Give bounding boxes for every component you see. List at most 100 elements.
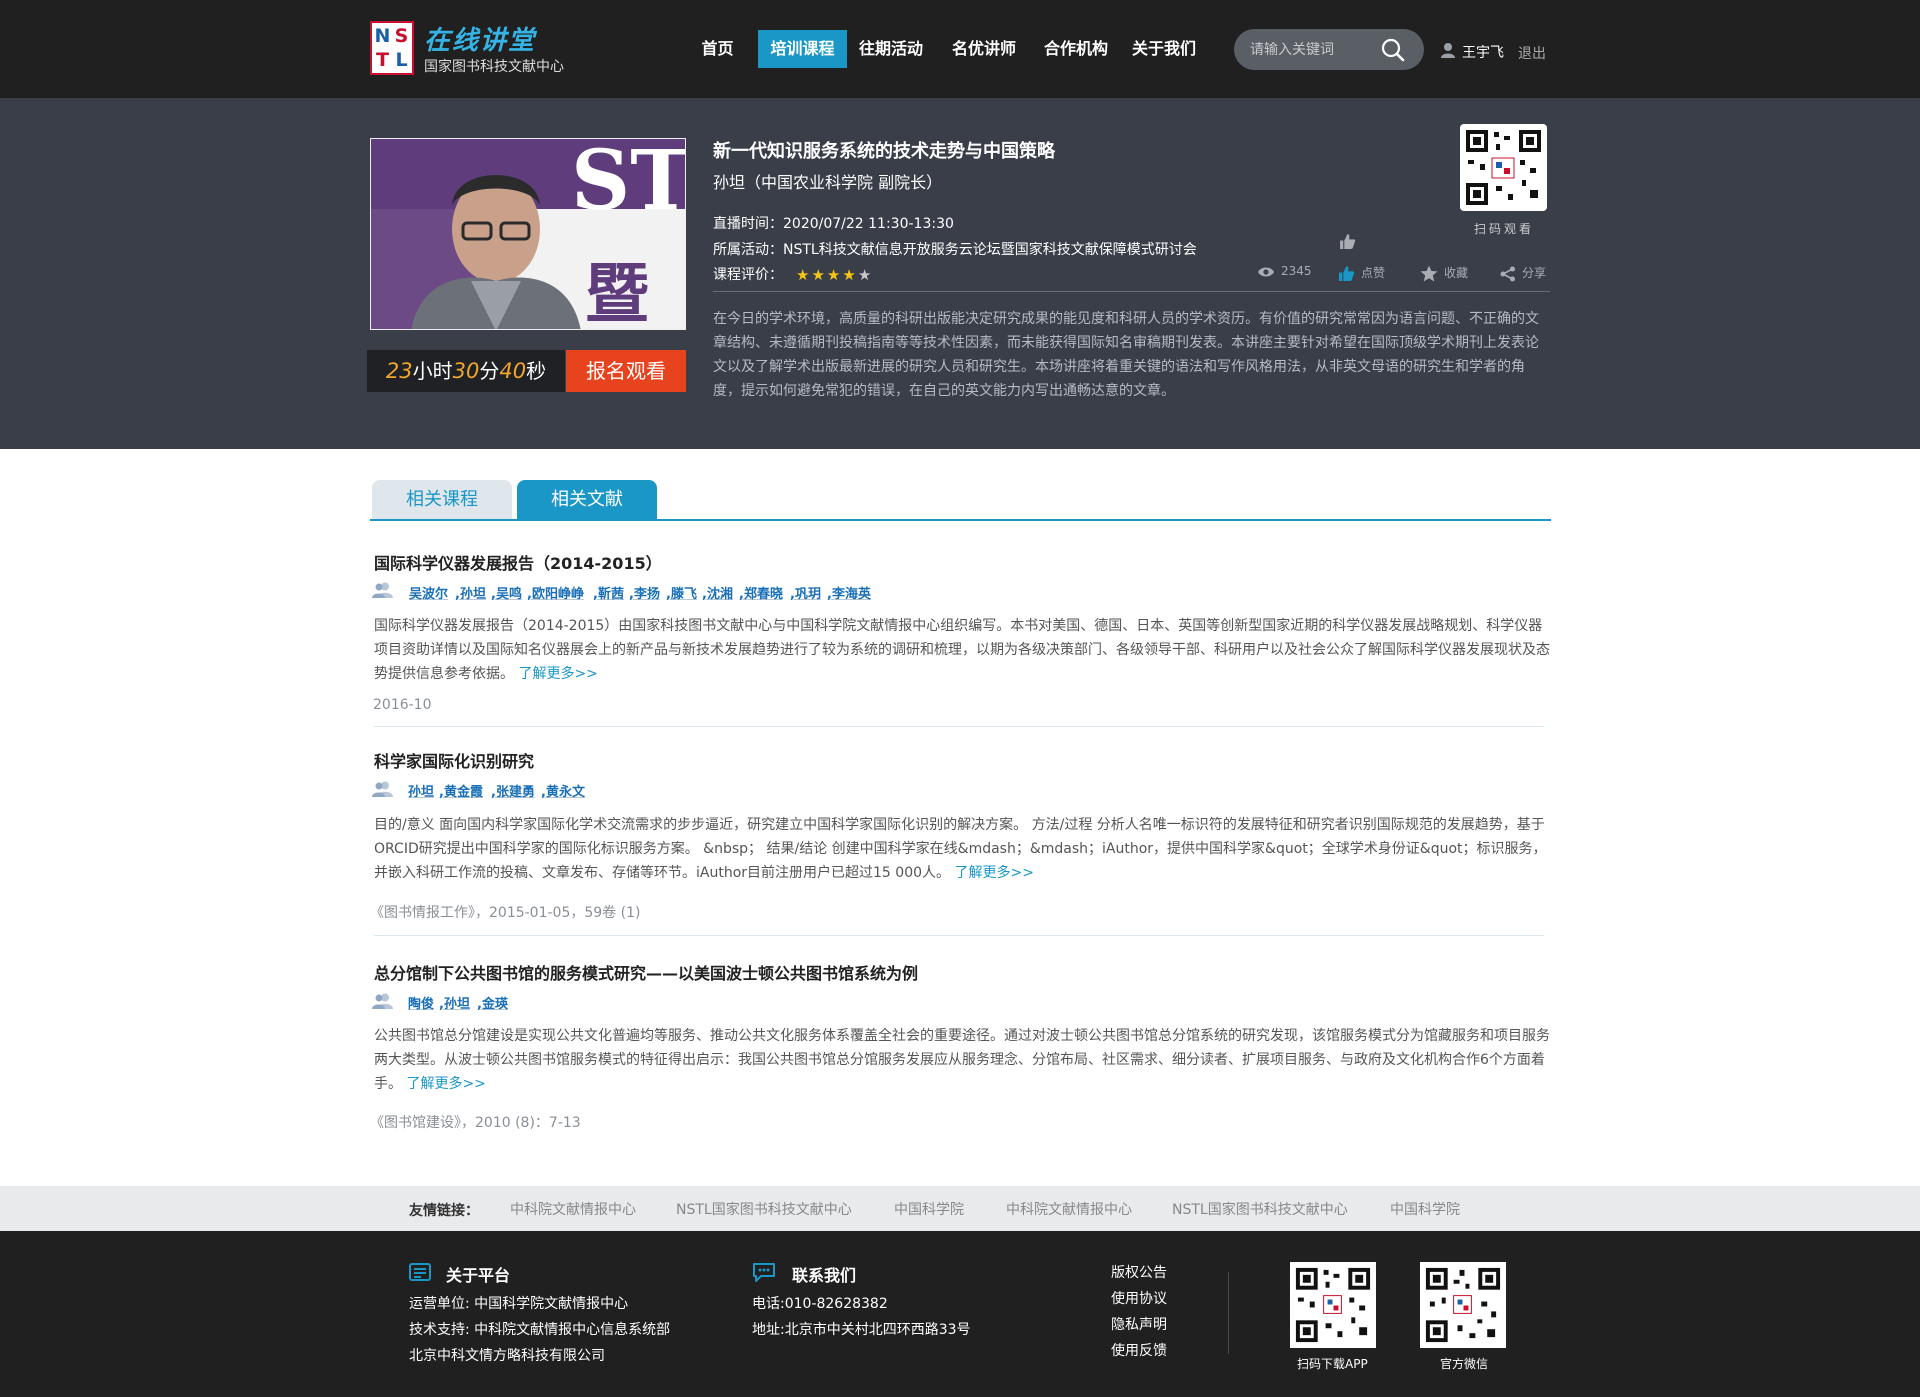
- countdown-seconds-unit: 秒: [526, 359, 547, 383]
- footer-about-title: 关于平台: [446, 1266, 511, 1285]
- friend-link[interactable]: 中国科学院: [894, 1199, 964, 1219]
- literature-title[interactable]: 国际科学仪器发展报告（2014-2015）: [374, 550, 662, 574]
- like-button[interactable]: 点赞: [1338, 264, 1385, 282]
- author-link[interactable]: ,滕飞: [666, 583, 697, 602]
- read-more-link[interactable]: 了解更多>>: [518, 666, 597, 682]
- author-link[interactable]: ,黄金霞: [439, 781, 483, 800]
- tab-related-courses[interactable]: 相关课程: [372, 480, 512, 520]
- author-link[interactable]: 吴波尔: [409, 583, 448, 602]
- search-box: [1234, 29, 1424, 70]
- live-time-row: 直播时间：2020/07/22 11:30-13:30: [713, 213, 954, 233]
- user-icon: [1440, 42, 1456, 62]
- course-cover-image[interactable]: ST 暨: [370, 138, 686, 330]
- read-more-link[interactable]: 了解更多>>: [406, 1076, 485, 1092]
- literature-source: 《图书情报工作》，2015-01-05，59卷 (1): [370, 905, 641, 921]
- logo-letter: T: [376, 49, 389, 71]
- friend-link[interactable]: NSTL国家图书科技文献中心: [1172, 1199, 1348, 1219]
- app-download-qr: [1290, 1262, 1376, 1348]
- friend-link[interactable]: 中科院文献情报中心: [1006, 1199, 1132, 1219]
- logo-letter: S: [394, 25, 409, 47]
- rating-stars: ★★★★★: [796, 266, 873, 284]
- star-empty-icon: ★: [857, 266, 874, 284]
- author-link[interactable]: ,巩玥: [790, 583, 821, 602]
- lecturer-photo: [411, 175, 581, 329]
- share-button[interactable]: 分享: [1500, 264, 1546, 282]
- live-time-label: 直播时间：: [713, 216, 783, 232]
- like-label: 点赞: [1361, 266, 1386, 280]
- watch-qr-code: [1460, 124, 1547, 211]
- footer-link-feedback[interactable]: 使用反馈: [1111, 1340, 1167, 1360]
- friend-link[interactable]: 中科院文献情报中心: [510, 1199, 636, 1219]
- author-link[interactable]: ,金瑛: [477, 993, 508, 1012]
- author-link[interactable]: ,吴鸣: [491, 583, 522, 602]
- nav-courses[interactable]: 培训课程: [758, 30, 847, 68]
- star-icon: ★: [842, 266, 858, 284]
- tab-underline: [370, 519, 1551, 521]
- nav-about[interactable]: 关于我们: [1128, 30, 1200, 68]
- user-name[interactable]: 王宇飞: [1462, 42, 1504, 62]
- authors-icon: [372, 993, 394, 1013]
- author-link[interactable]: ,孙坦: [455, 583, 486, 602]
- search-icon[interactable]: [1378, 35, 1408, 65]
- author-link[interactable]: ,欧阳峥峥: [527, 583, 584, 602]
- literature-abstract: 国际科学仪器发展报告（2014-2015）由国家科技图书文献中心与中国科学院文献…: [374, 614, 1552, 686]
- views-count: 2345: [1281, 264, 1312, 278]
- nav-partners[interactable]: 合作机构: [1040, 30, 1112, 68]
- author-link[interactable]: ,张建勇: [491, 781, 535, 800]
- authors-icon: [372, 582, 394, 602]
- author-link[interactable]: ,靳茜: [593, 583, 624, 602]
- footer-link-copyright[interactable]: 版权公告: [1111, 1262, 1167, 1282]
- footer-link-terms[interactable]: 使用协议: [1111, 1288, 1167, 1308]
- footer-contact-title: 联系我们: [792, 1266, 857, 1285]
- thumb-up-icon: [1339, 233, 1362, 250]
- star-favorite-icon: [1420, 265, 1438, 282]
- activity-label: 所属活动：: [713, 242, 783, 258]
- page-footer: [0, 1231, 1920, 1397]
- site-title[interactable]: 在线讲堂: [424, 20, 536, 57]
- logout-link[interactable]: 退出: [1518, 43, 1546, 63]
- literature-source: 《图书馆建设》，2010 (8)：7-13: [370, 1115, 581, 1131]
- activity-row: 所属活动：NSTL科技文献信息开放服务云论坛暨国家科技文献保障模式研讨会: [713, 239, 1197, 259]
- footer-link-privacy[interactable]: 隐私声明: [1111, 1314, 1167, 1334]
- rating-label: 课程评价：: [713, 267, 783, 283]
- abstract-text: 公共图书馆总分馆建设是实现公共文化普遍均等服务、推动公共文化服务体系覆盖全社会的…: [374, 1028, 1550, 1092]
- nstl-logo[interactable]: N S T L: [370, 21, 414, 75]
- footer-about-line: 北京中科文情方略科技有限公司: [409, 1348, 605, 1364]
- nav-home[interactable]: 首页: [690, 30, 745, 68]
- live-countdown: 23小时30分40秒: [367, 350, 565, 392]
- author-link[interactable]: ,李海英: [827, 583, 871, 602]
- search-input[interactable]: [1248, 37, 1382, 63]
- literature-date: 2016-10: [373, 697, 432, 713]
- countdown-minutes: 30: [452, 359, 480, 383]
- footer-about-line: 运营单位: 中国科学院文献情报中心: [409, 1296, 629, 1312]
- nav-past-events[interactable]: 往期活动: [855, 30, 927, 68]
- literature-title[interactable]: 总分馆制下公共图书馆的服务模式研究——以美国波士顿公共图书馆系统为例: [374, 960, 918, 984]
- like-icon: [1339, 266, 1355, 281]
- favorite-button[interactable]: 收藏: [1420, 264, 1468, 282]
- countdown-minutes-unit: 分: [479, 359, 500, 383]
- friend-links-label: 友情链接：: [409, 1203, 479, 1219]
- course-lecturer: 孙坦（中国农业科学院 副院长）: [713, 173, 943, 192]
- tab-related-literature[interactable]: 相关文献: [517, 480, 657, 520]
- activity-value[interactable]: NSTL科技文献信息开放服务云论坛暨国家科技文献保障模式研讨会: [783, 242, 1197, 258]
- author-link[interactable]: 孙坦: [408, 781, 434, 800]
- signup-watch-button[interactable]: 报名观看: [566, 350, 686, 392]
- author-link[interactable]: ,郑春晓: [739, 583, 783, 602]
- author-link[interactable]: ,李扬: [629, 583, 660, 602]
- friend-link[interactable]: 中国科学院: [1390, 1199, 1460, 1219]
- nav-lecturers[interactable]: 名优讲师: [948, 30, 1020, 68]
- share-icon: [1500, 266, 1515, 281]
- author-link[interactable]: ,沈湘: [702, 583, 733, 602]
- author-link[interactable]: ,孙坦: [439, 993, 470, 1012]
- countdown-hours-unit: 小时: [412, 359, 453, 383]
- author-link[interactable]: ,黄永文: [541, 781, 585, 800]
- literature-abstract: 公共图书馆总分馆建设是实现公共文化普遍均等服务、推动公共文化服务体系覆盖全社会的…: [374, 1024, 1552, 1096]
- logo-letter: L: [395, 49, 408, 71]
- literature-title[interactable]: 科学家国际化识别研究: [374, 748, 534, 772]
- qr-code-icon: [1466, 130, 1541, 205]
- read-more-link[interactable]: 了解更多>>: [954, 865, 1033, 881]
- star-icon: ★: [796, 266, 812, 284]
- friend-link[interactable]: NSTL国家图书科技文献中心: [676, 1199, 852, 1219]
- author-link[interactable]: 陶俊: [408, 993, 434, 1012]
- countdown-hours: 23: [385, 359, 413, 383]
